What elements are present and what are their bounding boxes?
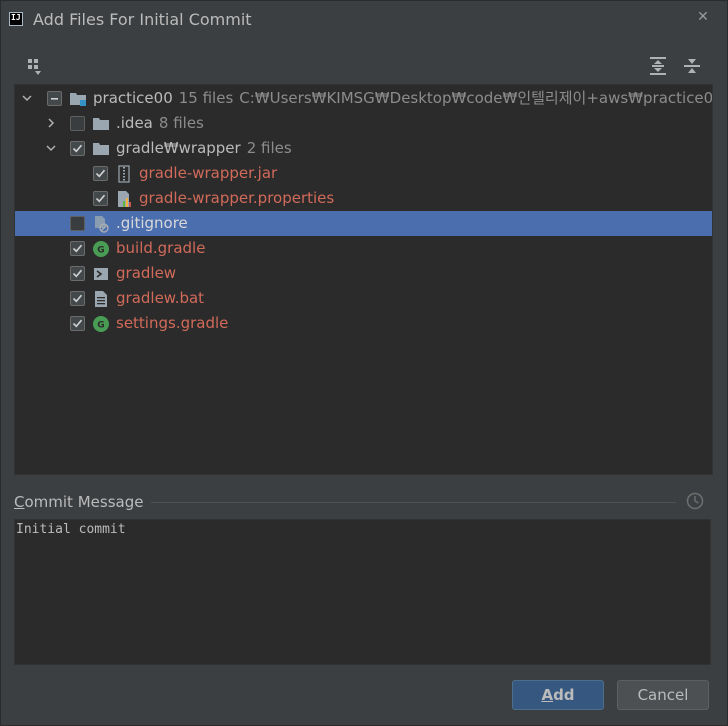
tree-row-root[interactable]: practice00 15 files C:₩Users₩KIMSG₩Desktop… <box>15 86 712 111</box>
build-gradle-label: build.gradle <box>116 239 206 257</box>
idea-name: .idea <box>116 114 153 132</box>
add-button-mnemonic: A <box>541 686 554 704</box>
root-name: practice00 <box>93 89 173 107</box>
gradle-file-icon: G <box>93 241 109 257</box>
gradlew-bat-label: gradlew.bat <box>116 289 205 307</box>
close-icon[interactable]: ✕ <box>693 7 713 27</box>
properties-file-icon <box>118 191 131 207</box>
tree-row-gradle-wrapper-jar[interactable]: gradle-wrapper.jar <box>15 161 712 186</box>
commit-message-textarea[interactable]: Initial commit <box>14 519 711 665</box>
gitignore-checkbox[interactable] <box>70 216 85 231</box>
tree-row-settings-gradle[interactable]: G settings.gradle <box>15 311 712 336</box>
add-button-label-rest: dd <box>553 686 575 704</box>
chevron-down-icon[interactable] <box>21 92 33 104</box>
svg-text:G: G <box>97 246 104 256</box>
dialog-title: Add Files For Initial Commit <box>33 10 252 29</box>
tree-row-build-gradle[interactable]: G build.gradle <box>15 236 712 261</box>
tree-row-gradlew[interactable]: gradlew <box>15 261 712 286</box>
gitignore-label: .gitignore <box>116 214 188 232</box>
gradlew-checkbox[interactable] <box>70 266 85 281</box>
gradlew-label: gradlew <box>116 264 177 282</box>
gradle-wrapper-checkbox[interactable] <box>70 141 85 156</box>
chevron-down-icon[interactable] <box>45 142 57 154</box>
ignore-file-icon <box>95 216 109 233</box>
commit-message-label-rest: ommit Message <box>24 493 144 511</box>
gradlew-bat-checkbox[interactable] <box>70 291 85 306</box>
properties-checkbox[interactable] <box>93 191 108 206</box>
jar-label: gradle-wrapper.jar <box>139 164 278 182</box>
tree-row-gradlew-bat[interactable]: gradlew.bat <box>15 286 712 311</box>
cancel-button[interactable]: Cancel <box>617 680 709 710</box>
commit-message-separator <box>151 502 676 503</box>
collapse-all-icon[interactable] <box>681 55 703 77</box>
svg-text:G: G <box>97 321 104 331</box>
module-folder-icon <box>70 93 86 106</box>
settings-gradle-checkbox[interactable] <box>70 316 85 331</box>
folder-icon <box>93 118 109 130</box>
expand-all-icon[interactable] <box>647 55 669 77</box>
history-icon[interactable] <box>685 491 705 511</box>
commit-message-label: Commit Message <box>14 493 143 511</box>
properties-label: gradle-wrapper.properties <box>139 189 335 207</box>
tree-row-gitignore[interactable]: .gitignore <box>15 211 712 236</box>
idea-count: 8 files <box>158 114 204 132</box>
idea-label: .idea 8 files <box>116 111 204 136</box>
add-button[interactable]: Add <box>512 680 604 710</box>
archive-icon <box>118 165 130 183</box>
chevron-right-icon[interactable] <box>45 117 57 129</box>
intellij-app-icon: IJ <box>9 12 23 26</box>
group-by-icon[interactable] <box>25 56 47 78</box>
tree-row-gradle-wrapper[interactable]: gradle₩wrapper 2 files <box>15 136 712 161</box>
root-path: C:₩Users₩KIMSG₩Desktop₩code₩인텔리제이+aws₩pr… <box>239 89 713 107</box>
root-count: 15 files <box>178 89 234 107</box>
add-files-dialog: IJ Add Files For Initial Commit ✕ practi… <box>0 0 728 726</box>
commit-message-mnemonic: C <box>14 493 25 511</box>
root-label: practice00 15 files C:₩Users₩KIMSG₩Desktop… <box>93 86 713 111</box>
root-checkbox[interactable] <box>47 91 62 106</box>
gradle-file-icon: G <box>93 316 109 332</box>
gradle-wrapper-name: gradle₩wrapper <box>116 139 241 157</box>
text-file-icon <box>95 291 107 307</box>
settings-gradle-label: settings.gradle <box>116 314 229 332</box>
shell-script-icon <box>94 268 108 280</box>
jar-checkbox[interactable] <box>93 166 108 181</box>
tree-row-idea[interactable]: .idea 8 files <box>15 111 712 136</box>
tree-row-gradle-wrapper-properties[interactable]: gradle-wrapper.properties <box>15 186 712 211</box>
title-bar: IJ Add Files For Initial Commit ✕ <box>1 1 727 39</box>
build-gradle-checkbox[interactable] <box>70 241 85 256</box>
gradle-wrapper-label: gradle₩wrapper 2 files <box>116 136 292 161</box>
gradle-wrapper-count: 2 files <box>246 139 292 157</box>
file-tree[interactable]: practice00 15 files C:₩Users₩KIMSG₩Desktop… <box>14 84 713 475</box>
idea-checkbox[interactable] <box>70 116 85 131</box>
folder-icon <box>93 143 109 155</box>
